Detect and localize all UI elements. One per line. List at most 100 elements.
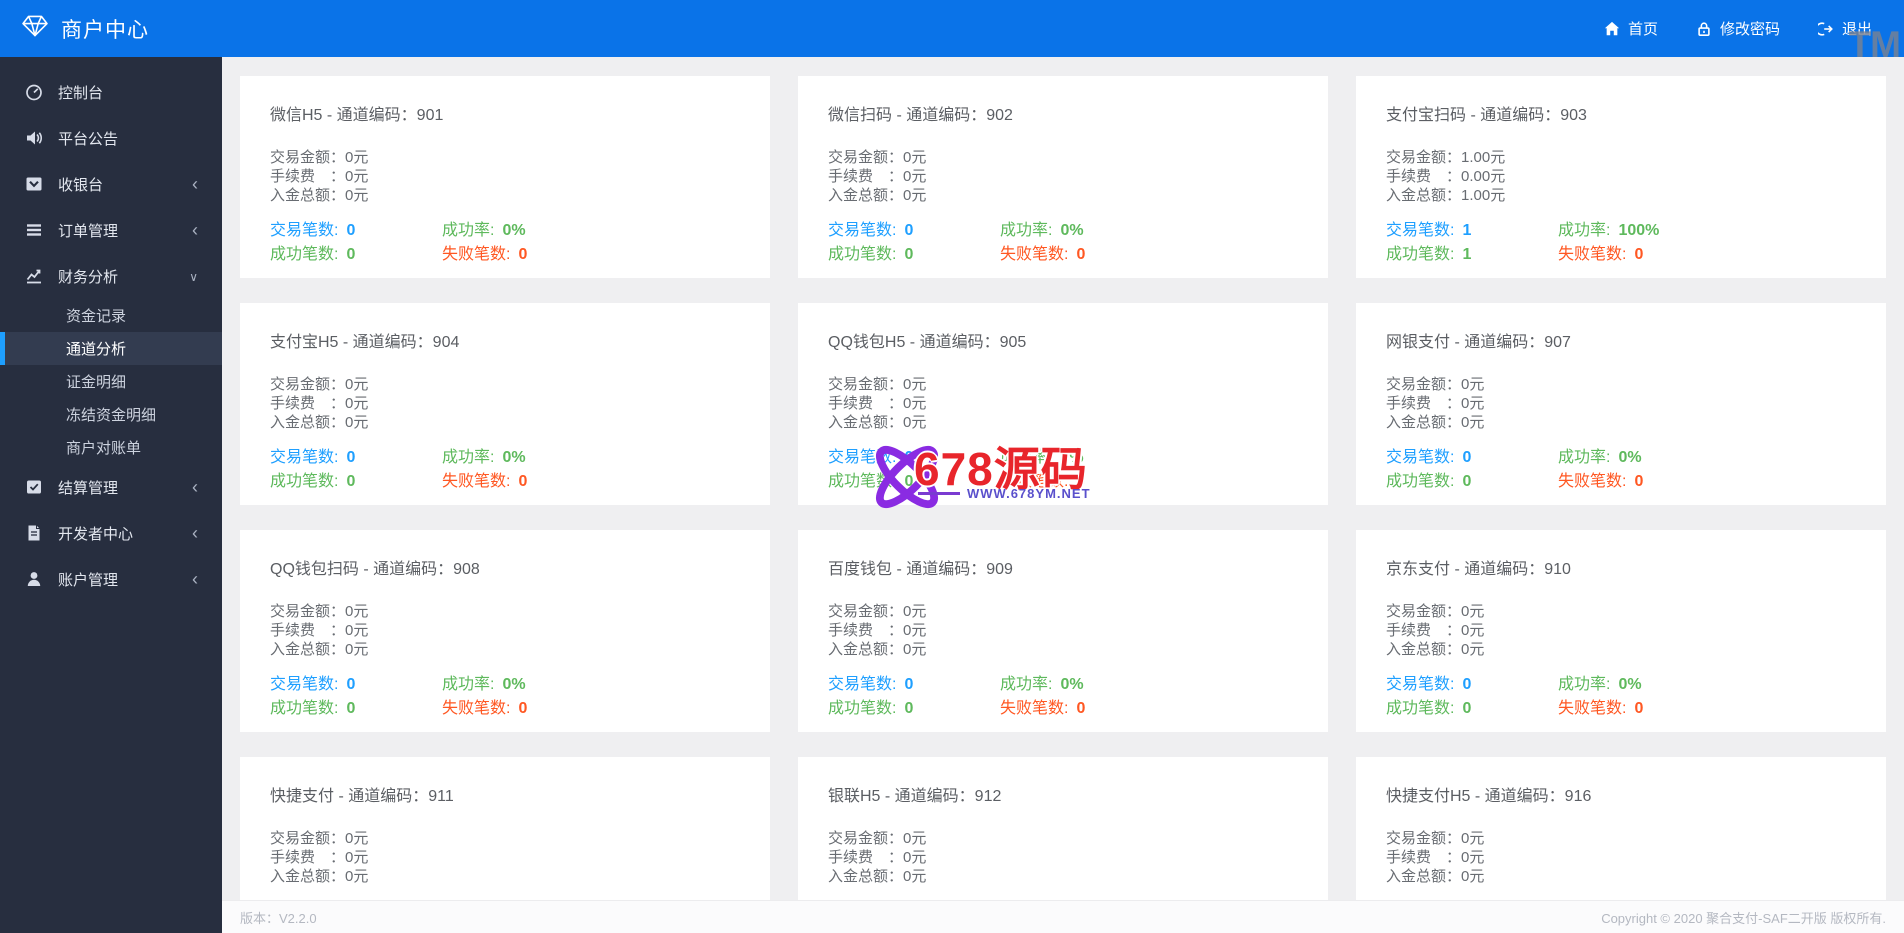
sidebar-item-orders[interactable]: 订单管理 — [0, 207, 222, 253]
submenu-label: 证金明细 — [66, 374, 127, 391]
amount-line: 交易金额：0元 — [828, 149, 927, 166]
sidebar-item-label: 收银台 — [58, 176, 104, 194]
announcement-icon — [24, 129, 43, 148]
card-stats: 交易笔数:0 成功率:0% 成功笔数:0 失败笔数:0 — [1386, 447, 1856, 493]
sidebar-subitem-deposit-details[interactable]: 证金明细 — [0, 365, 222, 398]
fee-line: 手续费 ：0元 — [828, 849, 927, 866]
channel-card: 支付宝H5 - 通道编码：904 交易金额：0元 手续费 ：0元 入金总额：0元… — [240, 303, 770, 505]
settlement-icon — [24, 478, 43, 497]
total-line: 入金总额：0元 — [1386, 414, 1485, 431]
navbar-links: 首页 修改密码 退出 — [1604, 18, 1872, 39]
success-count-stat: 成功笔数:0 — [828, 473, 914, 490]
sidebar-item-dashboard[interactable]: 控制台 — [0, 69, 222, 115]
amount-line: 交易金额：0元 — [1386, 376, 1485, 393]
fail-count-stat: 失败笔数:0 — [442, 473, 528, 490]
sidebar-item-finance[interactable]: 财务分析 — [0, 253, 222, 299]
sidebar-item-label: 控制台 — [58, 84, 104, 102]
sidebar-subitem-channel-analysis[interactable]: 通道分析 — [0, 332, 222, 365]
submenu-label: 冻结资金明细 — [66, 407, 157, 424]
card-info: 交易金额：1.00元 手续费 ：0.00元 入金总额：1.00元 — [1386, 148, 1856, 205]
tx-count-stat: 交易笔数:0 — [270, 222, 356, 239]
card-stats: 交易笔数:0 成功率:0% 成功笔数:0 失败笔数:0 — [270, 674, 740, 720]
tx-count-stat: 交易笔数:0 — [1386, 676, 1472, 693]
success-count-stat: 成功笔数:0 — [270, 473, 356, 490]
card-info: 交易金额：0元 手续费 ：0元 入金总额：0元 — [270, 602, 740, 659]
amount-line: 交易金额：0元 — [270, 603, 369, 620]
success-rate-stat: 成功率:0% — [1000, 449, 1084, 466]
chevron-down-icon — [189, 269, 198, 284]
cashier-icon — [24, 175, 43, 194]
sidebar-item-cashier[interactable]: 收银台 — [0, 161, 222, 207]
card-info: 交易金额：0元 手续费 ：0元 入金总额：0元 — [828, 829, 1298, 886]
sidebar-subitem-merchant-statement[interactable]: 商户对账单 — [0, 431, 222, 464]
channel-card: 百度钱包 - 通道编码：909 交易金额：0元 手续费 ：0元 入金总额：0元 … — [798, 530, 1328, 732]
fee-line: 手续费 ：0元 — [828, 622, 927, 639]
amount-line: 交易金额：0元 — [270, 830, 369, 847]
orders-icon — [24, 221, 43, 240]
success-count-stat: 成功笔数:0 — [1386, 473, 1472, 490]
card-title: 快捷支付H5 - 通道编码：916 — [1386, 788, 1592, 805]
card-info: 交易金额：0元 手续费 ：0元 入金总额：0元 — [828, 602, 1298, 659]
sidebar-item-label: 结算管理 — [58, 479, 119, 497]
card-title: QQ钱包H5 - 通道编码：905 — [828, 334, 1027, 351]
sidebar-subitem-frozen-funds[interactable]: 冻结资金明细 — [0, 398, 222, 431]
card-title: 百度钱包 - 通道编码：909 — [828, 561, 1013, 578]
sidebar-item-account[interactable]: 账户管理 — [0, 556, 222, 602]
fail-count-stat: 失败笔数:0 — [1558, 473, 1644, 490]
channel-card: 京东支付 - 通道编码：910 交易金额：0元 手续费 ：0元 入金总额：0元 … — [1356, 530, 1886, 732]
sidebar-item-announcements[interactable]: 平台公告 — [0, 115, 222, 161]
channel-card: 支付宝扫码 - 通道编码：903 交易金额：1.00元 手续费 ：0.00元 入… — [1356, 76, 1886, 278]
amount-line: 交易金额：0元 — [1386, 603, 1485, 620]
sidebar-subitem-fund-records[interactable]: 资金记录 — [0, 299, 222, 332]
fail-count-stat: 失败笔数:0 — [1558, 700, 1644, 717]
brand-title: 商户中心 — [61, 18, 149, 42]
nav-home-label: 首页 — [1627, 21, 1658, 38]
fee-line: 手续费 ：0元 — [270, 168, 369, 185]
sidebar-item-label: 财务分析 — [58, 268, 119, 286]
success-count-stat: 成功笔数:0 — [270, 246, 356, 263]
total-line: 入金总额：0元 — [270, 641, 369, 658]
submenu-label: 资金记录 — [66, 308, 127, 325]
channel-card: 微信扫码 - 通道编码：902 交易金额：0元 手续费 ：0元 入金总额：0元 … — [798, 76, 1328, 278]
tx-count-stat: 交易笔数:0 — [270, 449, 356, 466]
amount-line: 交易金额：1.00元 — [1386, 149, 1506, 166]
card-info: 交易金额：0元 手续费 ：0元 入金总额：0元 — [270, 148, 740, 205]
main-content: 微信H5 - 通道编码：901 交易金额：0元 手续费 ：0元 入金总额：0元 … — [222, 57, 1904, 933]
fee-line: 手续费 ：0.00元 — [1386, 168, 1506, 185]
fee-line: 手续费 ：0元 — [828, 168, 927, 185]
nav-change-password[interactable]: 修改密码 — [1696, 18, 1780, 39]
footer-copyright: Copyright © 2020 聚合支付-SAF二开版 版权所有. — [1601, 910, 1886, 926]
sidebar-item-label: 平台公告 — [58, 130, 119, 148]
card-title: 银联H5 - 通道编码：912 — [828, 788, 1002, 805]
success-count-stat: 成功笔数:0 — [270, 700, 356, 717]
card-title: 快捷支付 - 通道编码：911 — [270, 788, 454, 805]
fail-count-stat: 失败笔数:0 — [442, 700, 528, 717]
nav-home[interactable]: 首页 — [1604, 18, 1658, 39]
sidebar-item-developer-center[interactable]: 开发者中心 — [0, 510, 222, 556]
card-title: 微信扫码 - 通道编码：902 — [828, 107, 1013, 124]
success-rate-stat: 成功率:0% — [1000, 676, 1084, 693]
nav-change-password-label: 修改密码 — [1719, 21, 1780, 38]
chevron-left-icon — [192, 175, 198, 193]
fail-count-stat: 失败笔数:0 — [1000, 700, 1086, 717]
gem-logo-icon — [20, 14, 50, 44]
brand[interactable]: 商户中心 — [20, 14, 149, 44]
channel-card-grid: 微信H5 - 通道编码：901 交易金额：0元 手续费 ：0元 入金总额：0元 … — [222, 57, 1904, 933]
chevron-left-icon — [192, 478, 198, 496]
card-title: 支付宝扫码 - 通道编码：903 — [1386, 107, 1587, 124]
sidebar-item-settlement[interactable]: 结算管理 — [0, 464, 222, 510]
sidebar-item-label: 账户管理 — [58, 571, 119, 589]
chevron-left-icon — [192, 221, 198, 239]
total-line: 入金总额：0元 — [828, 868, 927, 885]
fee-line: 手续费 ：0元 — [1386, 849, 1485, 866]
card-info: 交易金额：0元 手续费 ：0元 入金总额：0元 — [270, 375, 740, 432]
card-info: 交易金额：0元 手续费 ：0元 入金总额：0元 — [828, 375, 1298, 432]
submenu-label: 通道分析 — [66, 341, 127, 358]
amount-line: 交易金额：0元 — [1386, 830, 1485, 847]
card-stats: 交易笔数:0 成功率:0% 成功笔数:0 失败笔数:0 — [1386, 674, 1856, 720]
fail-count-stat: 失败笔数:0 — [442, 246, 528, 263]
card-info: 交易金额：0元 手续费 ：0元 入金总额：0元 — [1386, 829, 1856, 886]
card-info: 交易金额：0元 手续费 ：0元 入金总额：0元 — [1386, 375, 1856, 432]
success-rate-stat: 成功率:0% — [1558, 676, 1642, 693]
card-info: 交易金额：0元 手续费 ：0元 入金总额：0元 — [1386, 602, 1856, 659]
